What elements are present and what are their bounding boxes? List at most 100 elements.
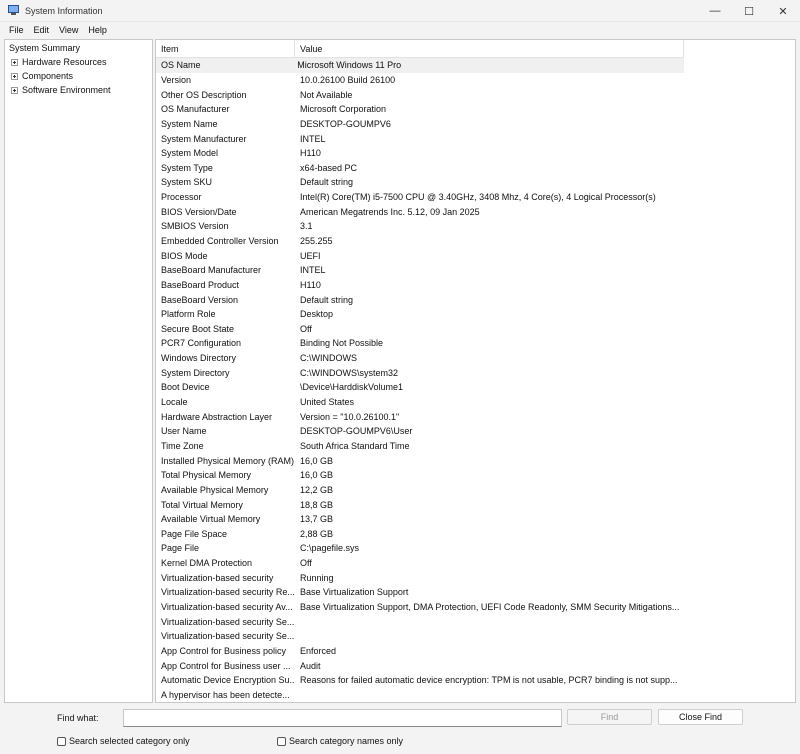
table-row[interactable]: BaseBoard VersionDefault string xyxy=(156,292,796,307)
row-value-cell: Base Virtualization Support, DMA Protect… xyxy=(295,602,695,612)
find-what-label: Find what: xyxy=(57,713,99,723)
table-row[interactable]: App Control for Business user ...Audit xyxy=(156,658,796,673)
details-list: Item Value OS NameMicrosoft Windows 11 P… xyxy=(155,39,796,703)
table-row[interactable]: Platform RoleDesktop xyxy=(156,307,796,322)
row-value-cell: Off xyxy=(295,324,695,334)
row-item-cell: System SKU xyxy=(156,177,295,187)
menu-file[interactable]: File xyxy=(4,25,29,35)
table-row[interactable]: SMBIOS Version3.1 xyxy=(156,219,796,234)
table-row[interactable]: OS NameMicrosoft Windows 11 Pro xyxy=(156,58,684,73)
table-row[interactable]: System NameDESKTOP-GOUMPV6 xyxy=(156,117,796,132)
table-row[interactable]: Installed Physical Memory (RAM)16,0 GB xyxy=(156,453,796,468)
expand-icon[interactable] xyxy=(11,73,18,80)
row-value-cell: 2,88 GB xyxy=(295,529,695,539)
row-value-cell: DESKTOP-GOUMPV6\User xyxy=(295,426,695,436)
row-item-cell: System Manufacturer xyxy=(156,134,295,144)
search-selected-category-checkbox[interactable]: Search selected category only xyxy=(57,736,190,746)
tree-item-system-summary[interactable]: System Summary xyxy=(9,43,80,53)
maximize-button[interactable]: ☐ xyxy=(732,0,766,22)
table-row[interactable]: Windows DirectoryC:\WINDOWS xyxy=(156,351,796,366)
column-header-value[interactable]: Value xyxy=(295,40,684,58)
column-header-item[interactable]: Item xyxy=(156,40,295,58)
checkbox-icon[interactable] xyxy=(277,737,286,746)
close-find-button[interactable]: Close Find xyxy=(658,709,743,725)
table-row[interactable]: Other OS DescriptionNot Available xyxy=(156,87,796,102)
row-item-cell: System Model xyxy=(156,148,295,158)
close-button[interactable]: ✕ xyxy=(766,0,800,22)
row-value-cell: Base Virtualization Support xyxy=(295,587,695,597)
table-row[interactable]: Boot Device\Device\HarddiskVolume1 xyxy=(156,380,796,395)
row-value-cell: DESKTOP-GOUMPV6 xyxy=(295,119,695,129)
menu-help[interactable]: Help xyxy=(83,25,112,35)
find-what-input[interactable] xyxy=(123,709,562,727)
row-item-cell: Virtualization-based security Se... xyxy=(156,617,295,627)
row-value-cell: Audit xyxy=(295,661,695,671)
find-button[interactable]: Find xyxy=(567,709,652,725)
table-row[interactable]: BaseBoard ManufacturerINTEL xyxy=(156,263,796,278)
row-item-cell: App Control for Business policy xyxy=(156,646,295,656)
row-value-cell: 18,8 GB xyxy=(295,500,695,510)
row-item-cell: BaseBoard Manufacturer xyxy=(156,265,295,275)
row-value-cell: Default string xyxy=(295,177,695,187)
tree-item-hardware-resources[interactable]: Hardware Resources xyxy=(11,57,107,67)
table-row[interactable]: Version10.0.26100 Build 26100 xyxy=(156,73,796,88)
table-row[interactable]: Total Virtual Memory18,8 GB xyxy=(156,497,796,512)
table-row[interactable]: Automatic Device Encryption Su...Reasons… xyxy=(156,673,796,688)
table-row[interactable]: Virtualization-based security Se... xyxy=(156,629,796,644)
row-item-cell: System Type xyxy=(156,163,295,173)
row-value-cell: 3.1 xyxy=(295,221,695,231)
search-category-names-checkbox[interactable]: Search category names only xyxy=(277,736,403,746)
table-row[interactable]: System ManufacturerINTEL xyxy=(156,131,796,146)
table-row[interactable]: System DirectoryC:\WINDOWS\system32 xyxy=(156,365,796,380)
table-row[interactable]: User NameDESKTOP-GOUMPV6\User xyxy=(156,424,796,439)
checkbox-icon[interactable] xyxy=(57,737,66,746)
row-item-cell: Total Physical Memory xyxy=(156,470,295,480)
row-value-cell: 10.0.26100 Build 26100 xyxy=(295,75,695,85)
table-row[interactable]: PCR7 ConfigurationBinding Not Possible xyxy=(156,336,796,351)
table-row[interactable]: Virtualization-based security Re...Base … xyxy=(156,585,796,600)
tree-item-components[interactable]: Components xyxy=(11,71,73,81)
row-item-cell: OS Name xyxy=(156,60,292,70)
table-row[interactable]: Embedded Controller Version255.255 xyxy=(156,234,796,249)
minimize-button[interactable]: — xyxy=(698,0,732,22)
checkbox-label: Search category names only xyxy=(289,736,403,746)
row-item-cell: Windows Directory xyxy=(156,353,295,363)
table-row[interactable]: System ModelH110 xyxy=(156,146,796,161)
row-item-cell: PCR7 Configuration xyxy=(156,338,295,348)
table-row[interactable]: Virtualization-based security Se... xyxy=(156,614,796,629)
table-row[interactable]: ProcessorIntel(R) Core(TM) i5-7500 CPU @… xyxy=(156,190,796,205)
table-row[interactable]: Available Physical Memory12,2 GB xyxy=(156,483,796,498)
category-tree: System Summary Hardware Resources Compon… xyxy=(4,39,153,703)
table-row[interactable]: OS ManufacturerMicrosoft Corporation xyxy=(156,102,796,117)
table-row[interactable]: Hardware Abstraction LayerVersion = "10.… xyxy=(156,409,796,424)
details-rows: OS NameMicrosoft Windows 11 ProVersion10… xyxy=(156,58,796,702)
table-row[interactable]: Virtualization-based security Av...Base … xyxy=(156,600,796,615)
row-item-cell: Total Virtual Memory xyxy=(156,500,295,510)
table-row[interactable]: Time ZoneSouth Africa Standard Time xyxy=(156,439,796,454)
row-value-cell: x64-based PC xyxy=(295,163,695,173)
table-row[interactable]: BIOS ModeUEFI xyxy=(156,248,796,263)
row-value-cell: H110 xyxy=(295,148,695,158)
table-row[interactable]: System Typex64-based PC xyxy=(156,160,796,175)
table-row[interactable]: App Control for Business policyEnforced xyxy=(156,644,796,659)
tree-item-software-environment[interactable]: Software Environment xyxy=(11,85,111,95)
row-value-cell: 13,7 GB xyxy=(295,514,695,524)
table-row[interactable]: BaseBoard ProductH110 xyxy=(156,278,796,293)
expand-icon[interactable] xyxy=(11,87,18,94)
expand-icon[interactable] xyxy=(11,59,18,66)
table-row[interactable]: Kernel DMA ProtectionOff xyxy=(156,556,796,571)
table-row[interactable]: Secure Boot StateOff xyxy=(156,322,796,337)
table-row[interactable]: A hypervisor has been detecte... xyxy=(156,688,796,703)
table-row[interactable]: Virtualization-based securityRunning xyxy=(156,570,796,585)
table-row[interactable]: Total Physical Memory16,0 GB xyxy=(156,468,796,483)
row-item-cell: Available Physical Memory xyxy=(156,485,295,495)
table-row[interactable]: Page FileC:\pagefile.sys xyxy=(156,541,796,556)
system-information-app-icon xyxy=(8,5,19,16)
menu-edit[interactable]: Edit xyxy=(29,25,55,35)
table-row[interactable]: System SKUDefault string xyxy=(156,175,796,190)
table-row[interactable]: Available Virtual Memory13,7 GB xyxy=(156,512,796,527)
table-row[interactable]: BIOS Version/DateAmerican Megatrends Inc… xyxy=(156,204,796,219)
table-row[interactable]: LocaleUnited States xyxy=(156,395,796,410)
menu-view[interactable]: View xyxy=(54,25,83,35)
table-row[interactable]: Page File Space2,88 GB xyxy=(156,527,796,542)
